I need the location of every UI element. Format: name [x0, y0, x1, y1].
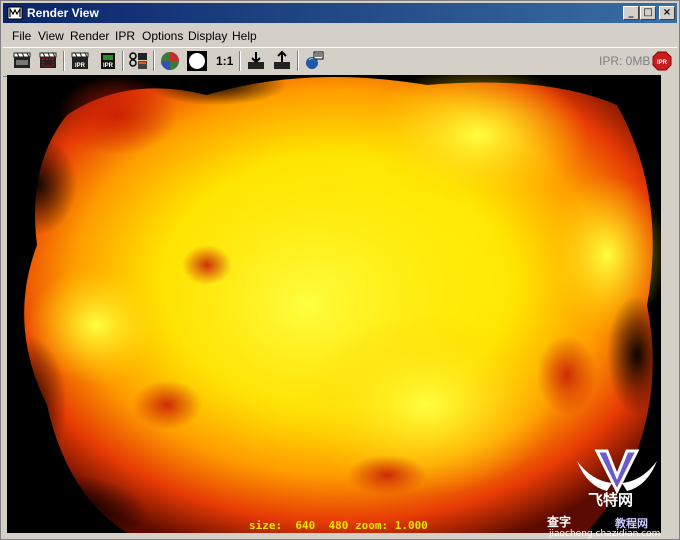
- redo-previous-render-icon[interactable]: [11, 50, 33, 72]
- menu-options[interactable]: Options: [142, 29, 183, 43]
- close-button[interactable]: ×: [659, 6, 675, 20]
- toolbar-separator: [153, 51, 155, 71]
- display-alpha-channel-icon[interactable]: [186, 50, 208, 72]
- maximize-button[interactable]: □: [640, 6, 656, 20]
- menu-file[interactable]: File: [12, 29, 31, 43]
- menu-help[interactable]: Help: [232, 29, 257, 43]
- title-bar[interactable]: Render View _ □ ×: [3, 3, 677, 23]
- render-view-window: Render View _ □ × File View Render IPR O…: [0, 0, 680, 540]
- ipr-refresh-icon[interactable]: IPR: [96, 50, 118, 72]
- remove-image-icon[interactable]: [271, 50, 293, 72]
- watermark-url: jiaocheng.chazidian.com: [549, 529, 661, 539]
- svg-text:IPR: IPR: [75, 63, 86, 69]
- toolbar-separator: [239, 51, 241, 71]
- svg-text:IPR: IPR: [103, 63, 114, 69]
- watermark-brand: 飞特网: [588, 491, 634, 509]
- toolbar-separator: [63, 51, 65, 71]
- toolbar-separator: [297, 51, 299, 71]
- menu-ipr[interactable]: IPR: [115, 29, 135, 43]
- menu-bar: File View Render IPR Options Display Hel…: [3, 27, 677, 45]
- display-rgb-channels-icon[interactable]: [159, 50, 181, 72]
- fire-explosion-render: [7, 75, 661, 533]
- render-region-icon[interactable]: [37, 50, 59, 72]
- minimize-button[interactable]: _: [623, 6, 639, 20]
- render-view-app-icon: [7, 6, 23, 20]
- render-size-zoom-readout: size: 640 480 zoom: 1.000: [249, 519, 428, 532]
- toolbar-separator: [122, 51, 124, 71]
- window-title: Render View: [27, 6, 99, 20]
- ipr-memory-label: IPR: 0MB: [599, 54, 651, 68]
- ipr-render-icon[interactable]: IPR: [69, 50, 91, 72]
- render-diagnostics-icon[interactable]: [303, 50, 325, 72]
- zoom-ratio-button[interactable]: 1:1: [216, 54, 233, 68]
- watermark-sub-left: 查字: [547, 515, 572, 529]
- render-settings-icon[interactable]: [127, 50, 149, 72]
- render-toolbar: IPR IPR 1:1 IPR: 0MB IPR: [3, 47, 677, 77]
- menu-render[interactable]: Render: [70, 29, 109, 43]
- render-viewport[interactable]: size: 640 480 zoom: 1.000: [7, 75, 661, 533]
- menu-view[interactable]: View: [38, 29, 64, 43]
- ipr-stop-label: IPR: [657, 60, 668, 66]
- ipr-stop-icon[interactable]: IPR: [651, 50, 673, 72]
- menu-display[interactable]: Display: [188, 29, 227, 43]
- keep-image-icon[interactable]: [245, 50, 267, 72]
